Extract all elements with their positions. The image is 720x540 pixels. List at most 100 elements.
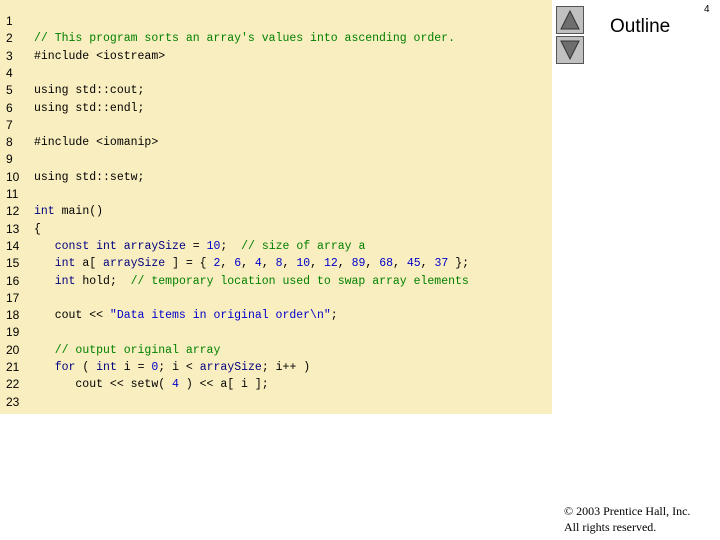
code-text: // output original array: [34, 342, 221, 359]
code-line: 22 cout << setw( 4 ) << a[ i ];: [0, 376, 552, 393]
code-text: int a[ arraySize ] = { 2, 6, 4, 8, 10, 1…: [34, 255, 469, 272]
code-token: cout <<: [34, 309, 110, 323]
code-text: int main(): [34, 203, 103, 220]
previous-slide-button[interactable]: [556, 6, 584, 34]
code-line: 6 using std::endl;: [0, 100, 552, 117]
code-token: "Data items in original order\n": [109, 309, 331, 323]
code-token: // This program sorts an array's values …: [34, 32, 455, 46]
code-token: #include <iostream>: [34, 49, 166, 63]
code-token: 8: [275, 257, 283, 271]
code-token: ; i <: [158, 361, 200, 374]
code-token: // output original array: [54, 343, 221, 357]
code-text: for ( int i = 0; i < arraySize; i++ ): [34, 359, 310, 376]
code-line: 11: [0, 186, 552, 203]
code-token: 12: [323, 257, 338, 271]
code-text: using std::endl;: [34, 100, 144, 117]
line-number: 6: [6, 100, 13, 115]
line-number: 7: [6, 117, 13, 132]
code-token: 10: [296, 257, 311, 271]
line-number: 15: [6, 256, 20, 271]
code-token: 68: [379, 257, 394, 271]
code-token: int: [96, 361, 117, 374]
code-token: ,: [282, 257, 297, 271]
line-number: 14: [6, 238, 20, 253]
code-token: int: [34, 205, 55, 219]
line-number: 12: [6, 204, 20, 219]
line-number: 21: [6, 360, 20, 374]
line-number: 16: [6, 273, 20, 288]
code-token: const int: [54, 239, 117, 253]
code-text: using std::cout;: [34, 82, 144, 99]
line-number: 2: [6, 31, 13, 46]
code-token: ,: [393, 257, 407, 271]
code-token: ,: [420, 257, 435, 271]
code-line: 16 int hold; // temporary location used …: [0, 273, 552, 290]
code-line: 20 // output original array: [0, 342, 552, 359]
line-number: 8: [6, 135, 13, 150]
code-line: 4: [0, 65, 552, 82]
line-number: 17: [6, 290, 20, 305]
line-number: 19: [6, 325, 20, 340]
line-number: 11: [6, 187, 19, 201]
code-token: };: [448, 257, 470, 271]
code-token: // temporary location used to swap array…: [130, 274, 469, 288]
code-token: 89: [351, 257, 366, 271]
code-token: using std::cout;: [34, 84, 145, 98]
line-number: 10: [6, 169, 20, 184]
code-token: cout << setw(: [34, 378, 173, 392]
code-token: ,: [310, 257, 324, 271]
line-number: 4: [6, 65, 13, 80]
code-line: 14 const int arraySize = 10; // size of …: [0, 238, 552, 255]
page-number: 4: [704, 4, 710, 15]
code-token: ,: [220, 257, 235, 271]
copyright-line-1: © 2003 Prentice Hall, Inc.: [564, 504, 691, 518]
code-token: 4: [254, 257, 262, 271]
copyright-line-2: All rights reserved.: [564, 520, 657, 534]
code-token: ,: [365, 257, 380, 271]
outline-title: Outline: [610, 16, 671, 37]
code-line: 23: [0, 394, 552, 411]
code-line: 5 using std::cout;: [0, 82, 552, 99]
line-number: 9: [6, 152, 13, 167]
code-token: ,: [337, 257, 352, 271]
code-token: main(): [54, 205, 104, 219]
code-line: 8 #include <iomanip>: [0, 134, 552, 151]
code-token: arraySize: [103, 257, 166, 271]
code-token: 45: [406, 257, 421, 271]
code-line: 21 for ( int i = 0; i < arraySize; i++ ): [0, 359, 552, 376]
code-panel: 1 2 // This program sorts an array's value…: [0, 0, 552, 414]
code-line: 10 using std::setw;: [0, 169, 552, 186]
code-token: for: [54, 361, 76, 374]
code-token: 4: [172, 378, 179, 392]
code-token: =: [185, 239, 207, 253]
code-token: {: [34, 222, 41, 236]
code-token: #include <iomanip>: [34, 136, 159, 150]
code-token: int: [54, 274, 76, 288]
code-text: cout << "Data items in original order\n"…: [34, 307, 338, 324]
code-token: 10: [206, 239, 221, 253]
code-line: 2 // This program sorts an array's values…: [0, 30, 552, 47]
triangle-down-icon: [560, 40, 580, 60]
next-slide-button[interactable]: [556, 36, 584, 64]
code-line: 3 #include <iostream>: [0, 48, 552, 65]
code-token: ;: [220, 239, 242, 253]
copyright-notice: © 2003 Prentice Hall, Inc. All rights re…: [564, 503, 690, 535]
code-line: 1: [0, 13, 552, 30]
code-text: #include <iomanip>: [34, 134, 158, 151]
code-text: const int arraySize = 10; // size of arr…: [34, 238, 366, 255]
line-number: 18: [6, 308, 20, 323]
code-text: using std::setw;: [34, 169, 144, 186]
code-line: 17: [0, 290, 552, 307]
line-number: 22: [6, 377, 20, 392]
code-text: int hold; // temporary location used to …: [34, 273, 469, 290]
line-number: 23: [6, 394, 20, 409]
code-token: i =: [116, 361, 152, 374]
code-token: ;: [330, 309, 338, 323]
code-text: #include <iostream>: [34, 48, 165, 65]
